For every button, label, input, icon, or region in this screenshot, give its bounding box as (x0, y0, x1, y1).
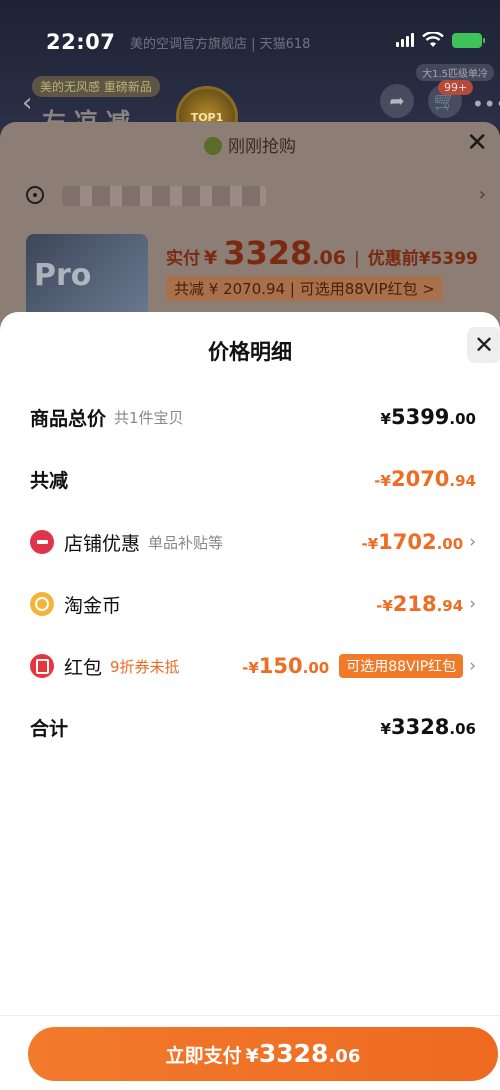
bottom-bar: 立即支付 ¥ 3328 .06 (0, 1015, 500, 1090)
buyer-avatar-icon (204, 137, 222, 155)
cart-count-badge: 99+ (438, 80, 474, 95)
chevron-right-icon: › (469, 532, 476, 552)
back-icon[interactable]: ‹ (22, 88, 32, 118)
purchase-sheet-title: 刚刚抢购 (0, 132, 500, 157)
signal-icon (396, 33, 414, 47)
row-amount: -¥ 2070.94 (374, 467, 476, 491)
store-title: 美的空调官方旗舰店 | 天猫618 (130, 37, 311, 52)
close-button[interactable]: ✕ (467, 327, 500, 363)
price-detail-sheet: 价格明细 ✕ 商品总价 共1件宝贝 ¥5399.00 共减 -¥ 2070.94 … (0, 312, 500, 1090)
taojinbi-coin-icon (30, 592, 54, 616)
pay-now-button[interactable]: 立即支付 ¥ 3328 .06 (28, 1027, 498, 1081)
row-grand-total: 合计 ¥3328.06 (30, 710, 476, 744)
more-icon[interactable]: ••• (472, 92, 500, 116)
close-icon: ✕ (473, 331, 495, 359)
row-sub: 共1件宝贝 (114, 408, 184, 427)
row-sub: 单品补贴等 (148, 533, 224, 552)
close-icon[interactable]: ✕ (466, 128, 488, 158)
chevron-right-icon: › (469, 594, 476, 614)
product-thumbnail[interactable]: Pro (26, 234, 148, 322)
chevron-right-icon: › (469, 656, 476, 676)
row-shop-discount[interactable]: 店铺优惠 单品补贴等 -¥ 1702.00 › (30, 525, 476, 559)
address-row[interactable]: › (26, 184, 486, 208)
wifi-icon (422, 32, 444, 47)
row-amount: -¥ 1702.00 (361, 530, 464, 554)
battery-icon (452, 32, 485, 48)
red-packet-icon (30, 654, 54, 678)
saving-pill[interactable]: 共减 ¥ 2070.94 | 可选用88VIP红包 > (166, 276, 443, 301)
sheet-title: 价格明细 (208, 340, 292, 364)
row-amount: -¥ 218.94 (376, 592, 464, 616)
row-label: 合计 (30, 717, 69, 740)
row-label: 红包 (64, 656, 103, 679)
row-total-discount: 共减 -¥ 2070.94 (30, 462, 476, 496)
row-amount: ¥3328.06 (380, 715, 476, 739)
row-label: 商品总价 (30, 407, 107, 430)
shop-discount-icon (30, 530, 54, 554)
share-icon[interactable]: ➦ (380, 84, 414, 118)
row-amount: -¥ 150.00 (242, 654, 330, 678)
location-pin-icon (26, 186, 44, 204)
status-icons (396, 32, 485, 48)
vip-red-packet-pill[interactable]: 可选用88VIP红包 (339, 654, 464, 678)
corner-tag: 大1.5匹级单冷 (416, 64, 494, 81)
chevron-right-icon: › (478, 184, 486, 205)
status-time: 22:07 (46, 30, 116, 54)
row-amount: ¥5399.00 (380, 405, 476, 429)
row-sub: 9折券未抵 (110, 657, 180, 676)
row-label: 淘金币 (64, 594, 122, 617)
address-redacted (62, 186, 266, 206)
row-label: 店铺优惠 (64, 532, 141, 555)
actual-pay-line: 实付 ¥ 3328 .06 | 优惠前 ¥5399 (166, 234, 478, 272)
row-red-packet[interactable]: 红包 9折券未抵 -¥ 150.00 可选用88VIP红包 › (30, 649, 476, 683)
row-total-goods: 商品总价 共1件宝贝 ¥5399.00 (30, 400, 476, 434)
promo-badge: 美的无风感 重磅新品 (32, 76, 160, 97)
row-label: 共减 (30, 469, 69, 492)
row-taojinbi[interactable]: 淘金币 -¥ 218.94 › (30, 587, 476, 621)
